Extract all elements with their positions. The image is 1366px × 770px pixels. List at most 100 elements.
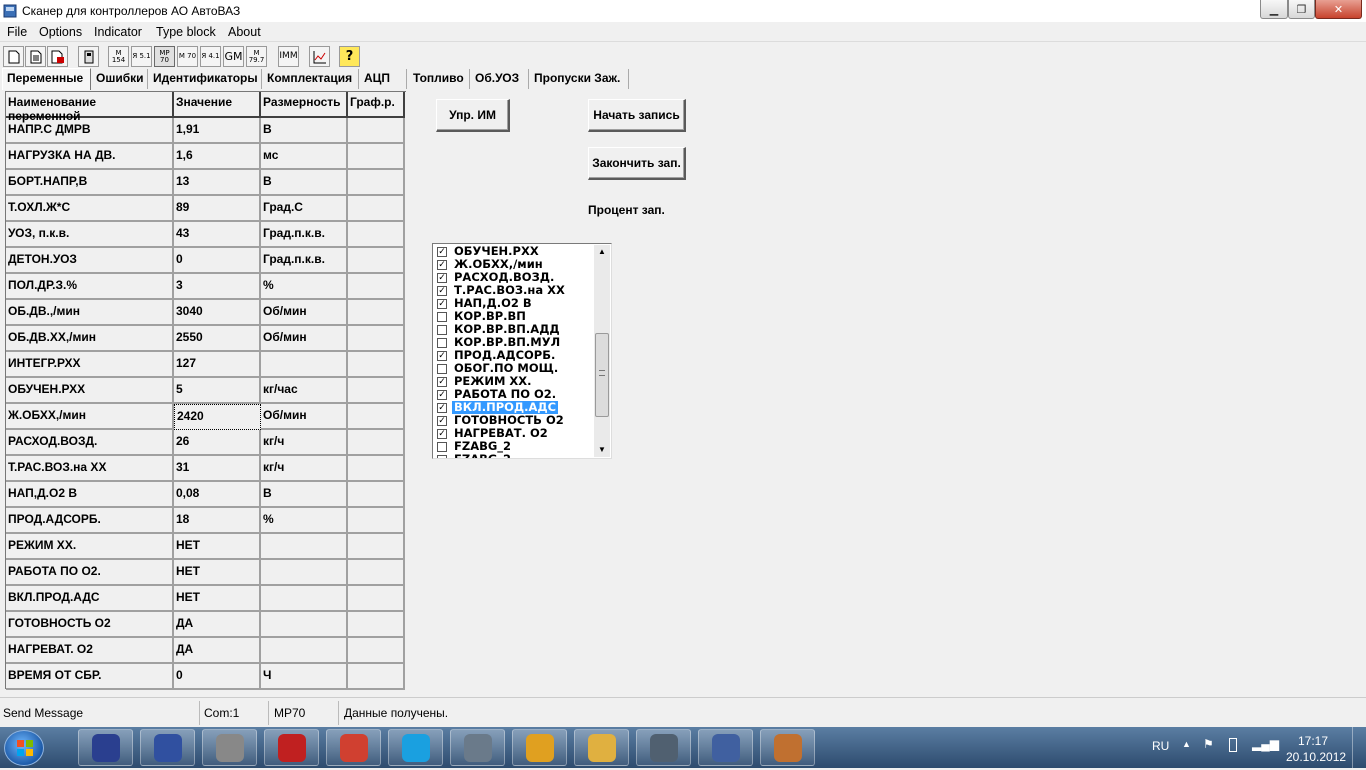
- cell-name[interactable]: ОБ.ДВ.ХХ,/мин: [6, 326, 174, 352]
- cell-unit[interactable]: Град.п.к.в.: [261, 248, 348, 274]
- cell-graph[interactable]: [348, 638, 405, 664]
- ya51-button[interactable]: Я 5.1: [131, 46, 152, 67]
- cell-value[interactable]: 0,08: [174, 482, 261, 508]
- stop-record-button[interactable]: Закончить зап.: [588, 147, 686, 180]
- checklist-scrollbar[interactable]: ▲ ▼: [594, 245, 610, 457]
- tab-variables[interactable]: Переменные: [2, 68, 91, 90]
- scroll-up-icon[interactable]: ▲: [598, 247, 606, 256]
- checkbox-checked[interactable]: ✓: [437, 416, 447, 426]
- cell-name[interactable]: НАП,Д.О2 В: [6, 482, 174, 508]
- cell-name[interactable]: ОБ.ДВ.,/мин: [6, 300, 174, 326]
- cell-value[interactable]: 89: [174, 196, 261, 222]
- cell-unit[interactable]: [261, 560, 348, 586]
- column-header-name[interactable]: Наименование переменной: [6, 92, 174, 123]
- menu-options[interactable]: Options: [39, 25, 82, 39]
- cell-unit[interactable]: мс: [261, 144, 348, 170]
- taskbar-app[interactable]: [264, 729, 319, 766]
- cell-value[interactable]: 26: [174, 430, 261, 456]
- cell-name[interactable]: ГОТОВНОСТЬ О2: [6, 612, 174, 638]
- tab-adc[interactable]: АЦП: [360, 69, 407, 89]
- cell-graph[interactable]: [348, 508, 405, 534]
- cell-value[interactable]: 0: [174, 248, 261, 274]
- taskbar-app[interactable]: [140, 729, 195, 766]
- cell-graph[interactable]: [348, 300, 405, 326]
- checkbox-checked[interactable]: ✓: [437, 273, 447, 283]
- m70-button[interactable]: M 70: [177, 46, 198, 67]
- help-button[interactable]: ?: [339, 46, 360, 67]
- tab-configuration[interactable]: Комплектация: [263, 69, 359, 89]
- maximize-button[interactable]: ❐: [1288, 0, 1315, 19]
- cell-name[interactable]: НАГРЕВАТ. О2: [6, 638, 174, 664]
- cell-unit[interactable]: %: [261, 274, 348, 300]
- tab-fuel[interactable]: Топливо: [409, 69, 470, 89]
- gm-button[interactable]: GM: [223, 46, 244, 67]
- column-header-graph[interactable]: Граф.р.: [348, 92, 405, 118]
- ya41-button[interactable]: Я 4.1: [200, 46, 221, 67]
- battery-icon[interactable]: [1229, 738, 1237, 752]
- scroll-thumb[interactable]: [595, 333, 609, 417]
- cell-unit[interactable]: Об/мин: [261, 404, 348, 430]
- cell-value[interactable]: 1,91: [174, 118, 261, 144]
- taskbar-app[interactable]: [636, 729, 691, 766]
- cell-name[interactable]: БОРТ.НАПР,В: [6, 170, 174, 196]
- chart-button[interactable]: [309, 46, 330, 67]
- cell-name[interactable]: РАБОТА ПО О2.: [6, 560, 174, 586]
- cell-graph[interactable]: [348, 352, 405, 378]
- cell-graph[interactable]: [348, 586, 405, 612]
- cell-name[interactable]: Т.ОХЛ.Ж*С: [6, 196, 174, 222]
- cell-name[interactable]: ВРЕМЯ ОТ СБР.: [6, 664, 174, 690]
- variable-checklist[interactable]: ✓ ОБУЧЕН.РХХ ✓ Ж.ОБХХ,/мин ✓ РАСХОД.ВОЗД. ✓ Т.Р…: [432, 243, 612, 459]
- taskbar-app[interactable]: [512, 729, 567, 766]
- minimize-button[interactable]: ▁: [1260, 0, 1288, 19]
- start-record-button[interactable]: Начать запись: [588, 99, 686, 132]
- start-button[interactable]: [4, 730, 44, 766]
- taskbar-app[interactable]: [450, 729, 505, 766]
- cell-name[interactable]: ВКЛ.ПРОД.АДС: [6, 586, 174, 612]
- menu-file[interactable]: File: [7, 25, 27, 39]
- cell-unit[interactable]: [261, 352, 348, 378]
- taskbar-app[interactable]: [698, 729, 753, 766]
- checkbox-unchecked[interactable]: [437, 442, 447, 452]
- checkbox-unchecked[interactable]: [437, 455, 447, 458]
- checkbox-checked[interactable]: ✓: [437, 429, 447, 439]
- flag-icon[interactable]: ⚑: [1203, 737, 1214, 751]
- cell-graph[interactable]: [348, 482, 405, 508]
- cell-unit[interactable]: %: [261, 508, 348, 534]
- checkbox-unchecked[interactable]: [437, 312, 447, 322]
- network-icon[interactable]: ▂▄▆: [1252, 737, 1279, 751]
- cell-value[interactable]: ДА: [174, 638, 261, 664]
- open-button[interactable]: [25, 46, 46, 67]
- cell-unit[interactable]: [261, 638, 348, 664]
- cell-unit[interactable]: В: [261, 118, 348, 144]
- close-button[interactable]: ✕: [1315, 0, 1362, 19]
- cell-name[interactable]: ДЕТОН.УОЗ: [6, 248, 174, 274]
- cell-graph[interactable]: [348, 144, 405, 170]
- cell-graph[interactable]: [348, 664, 405, 690]
- cell-name[interactable]: ОБУЧЕН.РХХ: [6, 378, 174, 404]
- cell-value[interactable]: 3040: [174, 300, 261, 326]
- menu-about[interactable]: About: [228, 25, 261, 39]
- cell-unit[interactable]: Град.С: [261, 196, 348, 222]
- cell-unit[interactable]: [261, 612, 348, 638]
- cell-name[interactable]: НАПР.С ДМРВ: [6, 118, 174, 144]
- cell-graph[interactable]: [348, 534, 405, 560]
- checklist-item[interactable]: FZABG_2: [435, 453, 595, 458]
- cell-value[interactable]: НЕТ: [174, 560, 261, 586]
- cell-graph[interactable]: [348, 430, 405, 456]
- taskbar-app[interactable]: [388, 729, 443, 766]
- checkbox-checked[interactable]: ✓: [437, 403, 447, 413]
- cell-unit[interactable]: кг/ч: [261, 430, 348, 456]
- tab-ignition-timing[interactable]: Об.УОЗ: [471, 69, 529, 89]
- cell-graph[interactable]: [348, 378, 405, 404]
- cell-name[interactable]: Ж.ОБХХ,/мин: [6, 404, 174, 430]
- cell-unit[interactable]: Ч: [261, 664, 348, 690]
- checkbox-checked[interactable]: ✓: [437, 390, 447, 400]
- cell-graph[interactable]: [348, 170, 405, 196]
- cell-graph[interactable]: [348, 196, 405, 222]
- checkbox-checked[interactable]: ✓: [437, 286, 447, 296]
- mp70-button[interactable]: MP 70: [154, 46, 175, 67]
- cell-value[interactable]: 31: [174, 456, 261, 482]
- show-desktop-button[interactable]: [1352, 727, 1366, 768]
- cell-graph[interactable]: [348, 222, 405, 248]
- cell-unit[interactable]: кг/ч: [261, 456, 348, 482]
